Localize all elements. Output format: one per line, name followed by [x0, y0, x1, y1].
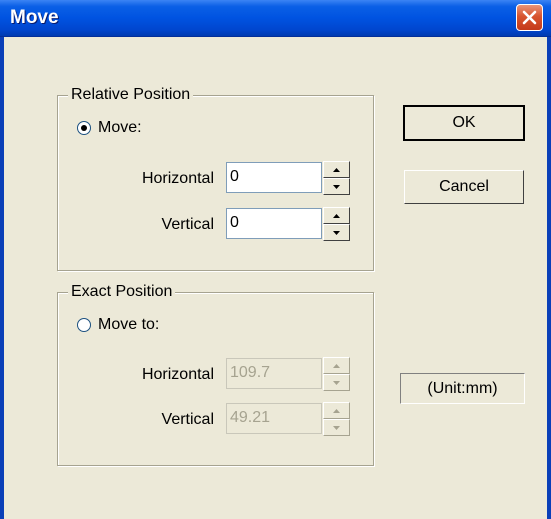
- cancel-button[interactable]: Cancel: [404, 170, 524, 204]
- exact-horizontal-input[interactable]: 109.7: [226, 358, 322, 389]
- arrow-up-icon: [333, 408, 340, 413]
- arrow-down-icon: [333, 184, 340, 189]
- move-radio[interactable]: Move:: [77, 119, 142, 137]
- group-title: Exact Position: [68, 283, 176, 301]
- arrow-up-icon: [333, 167, 340, 172]
- spin-down-button[interactable]: [323, 374, 350, 391]
- group-title: Relative Position: [68, 86, 194, 104]
- arrow-down-icon: [333, 230, 340, 235]
- radio-label: Move to:: [98, 316, 160, 333]
- close-button[interactable]: [516, 4, 543, 31]
- arrow-down-icon: [333, 380, 340, 385]
- horizontal-label: Horizontal: [141, 170, 214, 187]
- title-bar[interactable]: Move: [0, 0, 551, 37]
- move-to-radio[interactable]: Move to:: [77, 316, 159, 334]
- dialog-body: Relative Position Move: Horizontal 0 Ver…: [4, 37, 547, 519]
- move-dialog: Move Relative Position Move: Horizontal …: [0, 0, 551, 519]
- close-icon: [522, 10, 537, 25]
- horizontal-spinner[interactable]: [323, 161, 350, 195]
- arrow-up-icon: [333, 213, 340, 218]
- spin-down-button[interactable]: [323, 178, 350, 195]
- vertical-label: Vertical: [161, 411, 214, 428]
- radio-button[interactable]: [77, 318, 91, 332]
- arrow-down-icon: [333, 425, 340, 430]
- spin-up-button[interactable]: [323, 161, 350, 178]
- horizontal-label: Horizontal: [141, 366, 214, 383]
- spin-up-button[interactable]: [323, 207, 350, 224]
- spin-up-button[interactable]: [323, 402, 350, 419]
- exact-vertical-input[interactable]: 49.21: [226, 403, 322, 434]
- vertical-spinner[interactable]: [323, 207, 350, 241]
- exact-vertical-spinner[interactable]: [323, 402, 350, 436]
- horizontal-input[interactable]: 0: [226, 162, 322, 193]
- spin-down-button[interactable]: [323, 224, 350, 241]
- spin-up-button[interactable]: [323, 357, 350, 374]
- window-title: Move: [10, 7, 59, 28]
- ok-button[interactable]: OK: [403, 105, 525, 141]
- vertical-label: Vertical: [161, 216, 214, 233]
- radio-button[interactable]: [77, 121, 91, 135]
- exact-horizontal-spinner[interactable]: [323, 357, 350, 391]
- vertical-input[interactable]: 0: [226, 208, 322, 239]
- arrow-up-icon: [333, 363, 340, 368]
- spin-down-button[interactable]: [323, 419, 350, 436]
- radio-label: Move:: [98, 119, 142, 136]
- unit-label: (Unit:mm): [400, 373, 525, 404]
